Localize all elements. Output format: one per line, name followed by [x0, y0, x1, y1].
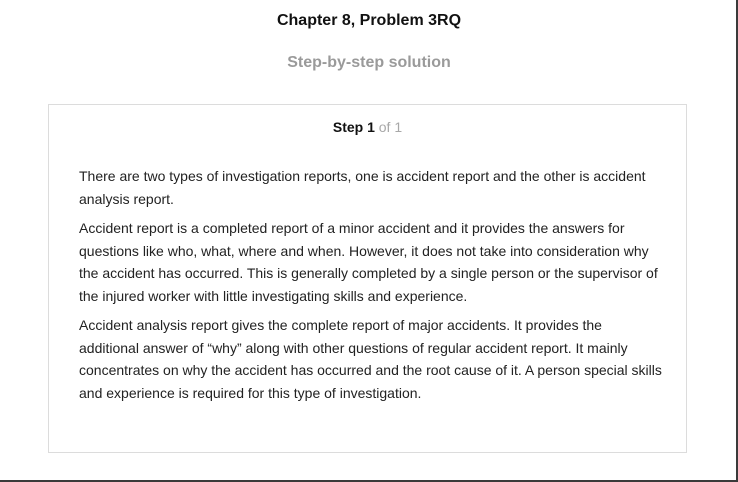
step-card: Step 1 of 1 There are two types of inves… — [48, 104, 687, 453]
step-header: Step 1 of 1 — [49, 119, 686, 135]
step-paragraph: Accident analysis report gives the compl… — [79, 317, 662, 401]
step-paragraph: Accident report is a completed report of… — [79, 220, 658, 304]
step-label: Step 1 — [332, 119, 375, 135]
step-body: There are two types of investigation rep… — [79, 165, 664, 411]
chapter-title: Chapter 8, Problem 3RQ — [276, 12, 462, 29]
step-paragraph: There are two types of investigation rep… — [79, 168, 646, 207]
solution-subtitle: Step-by-step solution — [287, 54, 451, 71]
step-count: of 1 — [378, 119, 403, 135]
